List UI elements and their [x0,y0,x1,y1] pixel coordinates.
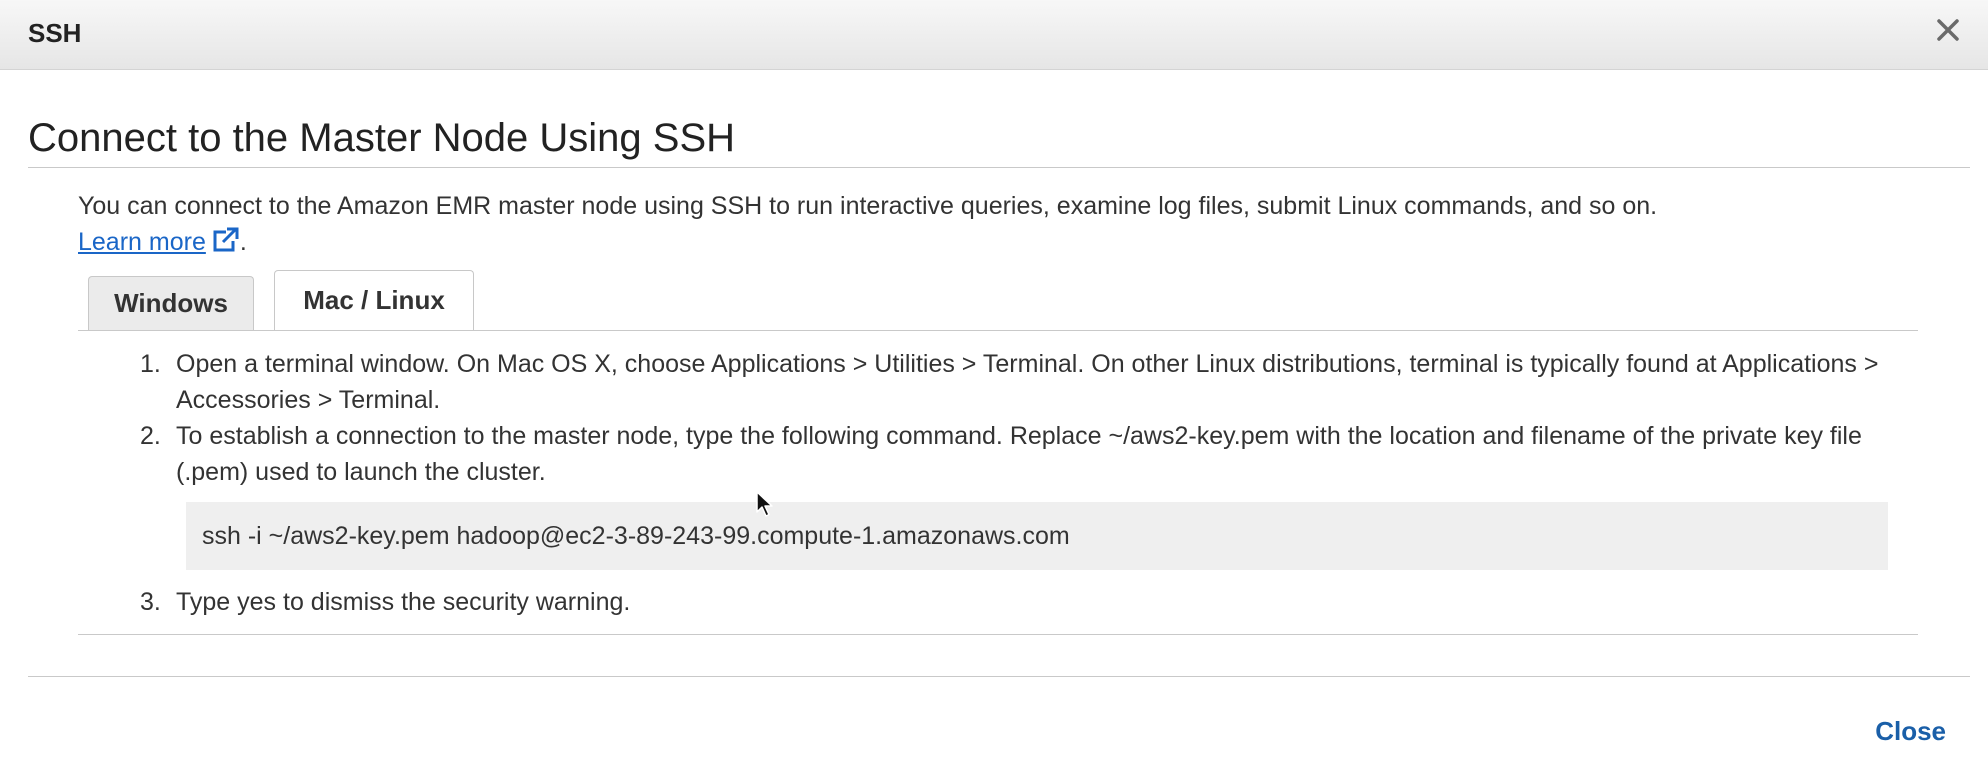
footer-divider [28,676,1970,677]
step-number: 3. [140,588,161,616]
close-button[interactable]: Close [1875,716,1946,747]
intro-text: You can connect to the Amazon EMR master… [78,192,1658,220]
learn-more-suffix: . [239,228,247,256]
ssh-command-box[interactable]: ssh -i ~/aws2-key.pem hadoop@ec2-3-89-24… [186,502,1888,570]
steps-list: 1. Open a terminal window. On Mac OS X, … [140,346,1900,490]
dialog-title: SSH [28,18,82,48]
list-item: 1. Open a terminal window. On Mac OS X, … [140,346,1900,418]
dialog-titlebar: SSH [0,0,1988,70]
tab-mac-linux[interactable]: Mac / Linux [274,270,474,331]
step-text: Type yes to dismiss the security warning… [176,588,631,616]
mouse-cursor-icon [755,490,775,523]
step-number: 2. [140,422,161,450]
ssh-dialog: SSH Connect to the Master Node Using SSH… [0,0,1988,778]
tab-windows[interactable]: Windows [88,276,254,330]
dialog-body: Connect to the Master Node Using SSH You… [0,70,1988,778]
step-text: Open a terminal window. On Mac OS X, cho… [176,350,1879,414]
step-3: 3. Type yes to dismiss the security warn… [140,584,1900,620]
external-link-icon[interactable] [212,227,240,263]
dialog-heading: Connect to the Master Node Using SSH [28,116,736,160]
tab-divider [78,330,1918,331]
heading-divider [28,167,1970,168]
learn-more-link[interactable]: Learn more [78,228,206,256]
content-divider [78,634,1918,635]
close-x-icon[interactable] [1930,12,1966,48]
step-number: 1. [140,350,161,378]
list-item: 3. Type yes to dismiss the security warn… [140,584,1900,620]
intro-paragraph: You can connect to the Amazon EMR master… [78,188,1958,263]
step-text: To establish a connection to the master … [176,422,1862,486]
list-item: 2. To establish a connection to the mast… [140,418,1900,490]
